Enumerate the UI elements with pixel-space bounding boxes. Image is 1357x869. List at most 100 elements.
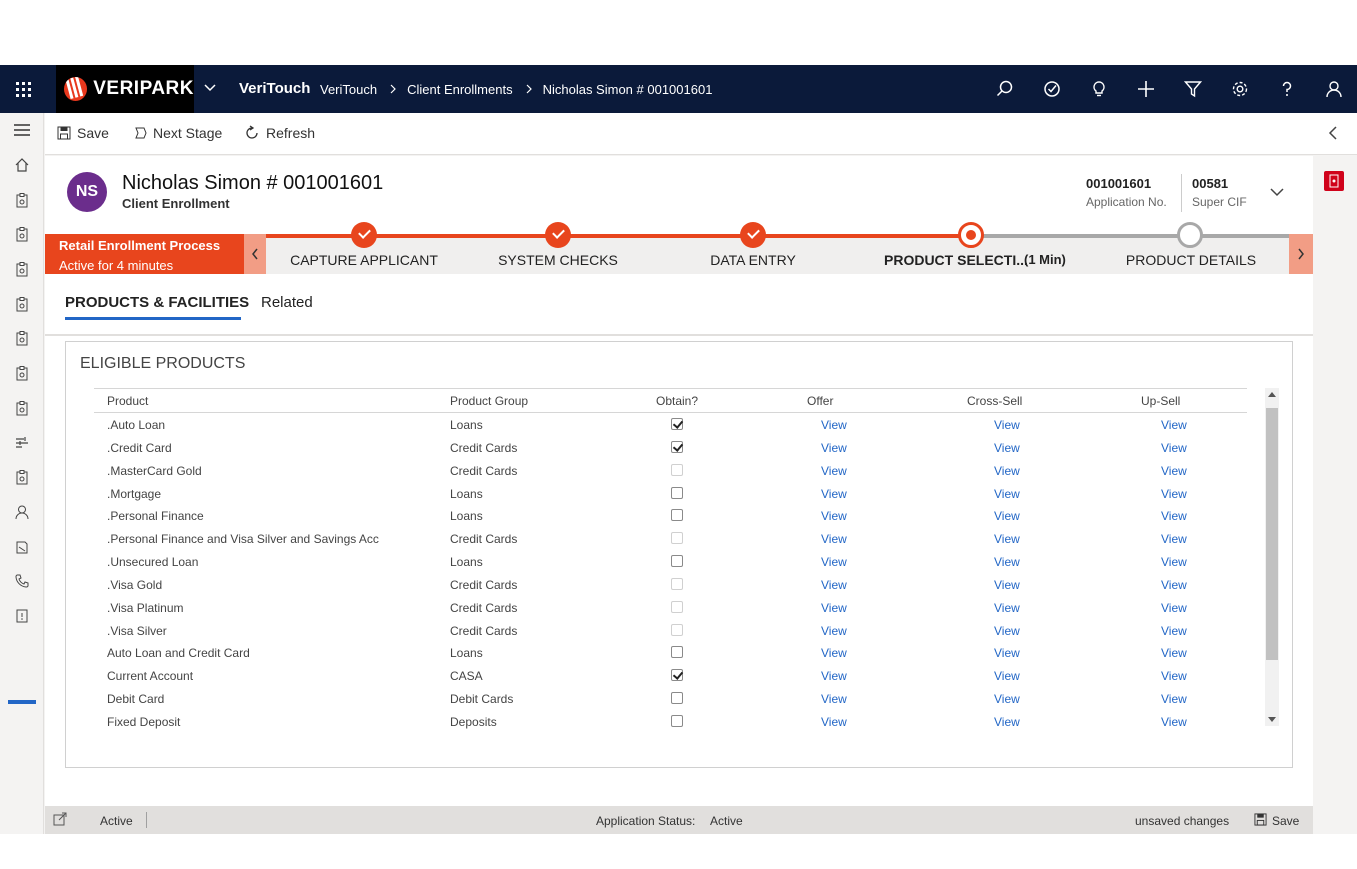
- offer-link[interactable]: View: [821, 464, 847, 478]
- stage-done-icon[interactable]: [545, 222, 571, 248]
- cross-sell-link[interactable]: View: [994, 669, 1020, 683]
- hamburger-menu-icon[interactable]: [0, 113, 44, 148]
- notification-flag-icon[interactable]: [1324, 171, 1344, 191]
- phone-icon[interactable]: [0, 564, 44, 599]
- column-header-product-group[interactable]: Product Group: [450, 394, 528, 408]
- up-sell-link[interactable]: View: [1161, 555, 1187, 569]
- header-field-super-cif[interactable]: 00581 Super CIF: [1192, 176, 1247, 209]
- stage-label[interactable]: CAPTURE APPLICANT: [290, 252, 438, 268]
- save-button[interactable]: Save: [57, 113, 109, 153]
- cross-sell-link[interactable]: View: [994, 692, 1020, 706]
- stage-label-active[interactable]: PRODUCT SELECTI...: [884, 252, 1028, 268]
- table-row[interactable]: Auto Loan and Credit Card Loans View View Vi…: [94, 641, 1247, 664]
- bpf-next-button[interactable]: [1289, 234, 1313, 274]
- obtain-checkbox[interactable]: [671, 509, 683, 522]
- search-icon[interactable]: [981, 65, 1028, 113]
- brand-logo[interactable]: VERIPARK: [56, 65, 194, 113]
- chevron-down-icon[interactable]: [200, 79, 220, 99]
- obtain-checkbox[interactable]: [671, 692, 683, 705]
- offer-link[interactable]: View: [821, 715, 847, 729]
- home-icon[interactable]: [0, 148, 44, 183]
- clipboard-icon[interactable]: [0, 286, 44, 321]
- stage-done-icon[interactable]: [351, 222, 377, 248]
- up-sell-link[interactable]: View: [1161, 692, 1187, 706]
- cross-sell-link[interactable]: View: [994, 487, 1020, 501]
- alert-doc-icon[interactable]: [0, 599, 44, 634]
- up-sell-link[interactable]: View: [1161, 509, 1187, 523]
- breadcrumb-item[interactable]: Nicholas Simon # 001001601: [543, 82, 713, 97]
- clipboard-icon[interactable]: [0, 391, 44, 426]
- column-header-offer[interactable]: Offer: [807, 394, 833, 408]
- table-row[interactable]: .Auto Loan Loans View View View: [94, 413, 1247, 436]
- table-row[interactable]: .Personal Finance and Visa Silver and Sa…: [94, 527, 1247, 550]
- app-name[interactable]: VeriTouch: [239, 80, 310, 97]
- offer-link[interactable]: View: [821, 441, 847, 455]
- breadcrumb-item[interactable]: VeriTouch: [320, 82, 377, 97]
- offer-link[interactable]: View: [821, 601, 847, 615]
- up-sell-link[interactable]: View: [1161, 578, 1187, 592]
- grid-scrollbar[interactable]: [1265, 388, 1279, 726]
- column-header-obtain[interactable]: Obtain?: [656, 394, 698, 408]
- help-icon[interactable]: [1263, 65, 1310, 113]
- table-row[interactable]: .Unsecured Loan Loans View View View: [94, 550, 1247, 573]
- document-icon[interactable]: [0, 529, 44, 564]
- table-row[interactable]: Debit Card Debit Cards View View View: [94, 687, 1247, 710]
- stage-label[interactable]: SYSTEM CHECKS: [498, 252, 618, 268]
- clipboard-icon[interactable]: [0, 182, 44, 217]
- obtain-checkbox[interactable]: [671, 418, 683, 430]
- up-sell-link[interactable]: View: [1161, 487, 1187, 501]
- open-in-window-icon[interactable]: [53, 812, 67, 829]
- up-sell-link[interactable]: View: [1161, 624, 1187, 638]
- chevron-down-icon[interactable]: [1267, 182, 1287, 202]
- obtain-checkbox[interactable]: [671, 669, 683, 682]
- tab-products-facilities[interactable]: PRODUCTS & FACILITIES: [65, 294, 249, 311]
- offer-link[interactable]: View: [821, 578, 847, 592]
- up-sell-link[interactable]: View: [1161, 532, 1187, 546]
- offer-link[interactable]: View: [821, 532, 847, 546]
- obtain-checkbox[interactable]: [671, 440, 683, 453]
- header-field-application-no[interactable]: 001001601 Application No.: [1086, 176, 1167, 209]
- cross-sell-link[interactable]: View: [994, 532, 1020, 546]
- scroll-down-icon[interactable]: [1268, 717, 1276, 722]
- status-save-button[interactable]: Save: [1272, 814, 1299, 828]
- offer-link[interactable]: View: [821, 509, 847, 523]
- refresh-button[interactable]: Refresh: [244, 113, 315, 153]
- cross-sell-link[interactable]: View: [994, 601, 1020, 615]
- column-header-cross-sell[interactable]: Cross-Sell: [967, 394, 1022, 408]
- breadcrumb-item[interactable]: Client Enrollments: [407, 82, 513, 97]
- gear-icon[interactable]: [1216, 65, 1263, 113]
- column-header-product[interactable]: Product: [107, 394, 148, 408]
- clipboard-icon[interactable]: [0, 252, 44, 287]
- obtain-checkbox[interactable]: [671, 646, 683, 659]
- cross-sell-link[interactable]: View: [994, 624, 1020, 638]
- table-row[interactable]: Fixed Deposit Deposits View View View: [94, 710, 1247, 733]
- cross-sell-link[interactable]: View: [994, 441, 1020, 455]
- up-sell-link[interactable]: View: [1161, 441, 1187, 455]
- chevron-left-icon[interactable]: [1323, 123, 1343, 143]
- up-sell-link[interactable]: View: [1161, 646, 1187, 660]
- column-header-up-sell[interactable]: Up-Sell: [1141, 394, 1180, 408]
- table-row[interactable]: .Visa Silver Credit Cards View View View: [94, 619, 1247, 642]
- cross-sell-link[interactable]: View: [994, 715, 1020, 729]
- clipboard-icon[interactable]: [0, 460, 44, 495]
- task-icon[interactable]: [1028, 65, 1075, 113]
- cross-sell-link[interactable]: View: [994, 509, 1020, 523]
- cross-sell-link[interactable]: View: [994, 578, 1020, 592]
- clipboard-icon[interactable]: [0, 217, 44, 252]
- next-stage-button[interactable]: Next Stage: [133, 113, 222, 153]
- stage-label[interactable]: DATA ENTRY: [710, 252, 796, 268]
- plus-icon[interactable]: [1122, 65, 1169, 113]
- table-row[interactable]: Current Account CASA View View View: [94, 664, 1247, 687]
- table-row[interactable]: .Visa Gold Credit Cards View View View: [94, 573, 1247, 596]
- table-row[interactable]: .Mortgage Loans View View View: [94, 482, 1247, 505]
- scroll-thumb[interactable]: [1266, 408, 1278, 660]
- contact-icon[interactable]: [0, 495, 44, 530]
- clipboard-icon[interactable]: [0, 356, 44, 391]
- table-row[interactable]: .Credit Card Credit Cards View View View: [94, 436, 1247, 459]
- up-sell-link[interactable]: View: [1161, 418, 1187, 432]
- table-row[interactable]: .Personal Finance Loans View View View: [94, 504, 1247, 527]
- offer-link[interactable]: View: [821, 669, 847, 683]
- stage-label[interactable]: PRODUCT DETAILS: [1126, 252, 1256, 268]
- clipboard-icon[interactable]: [0, 321, 44, 356]
- offer-link[interactable]: View: [821, 555, 847, 569]
